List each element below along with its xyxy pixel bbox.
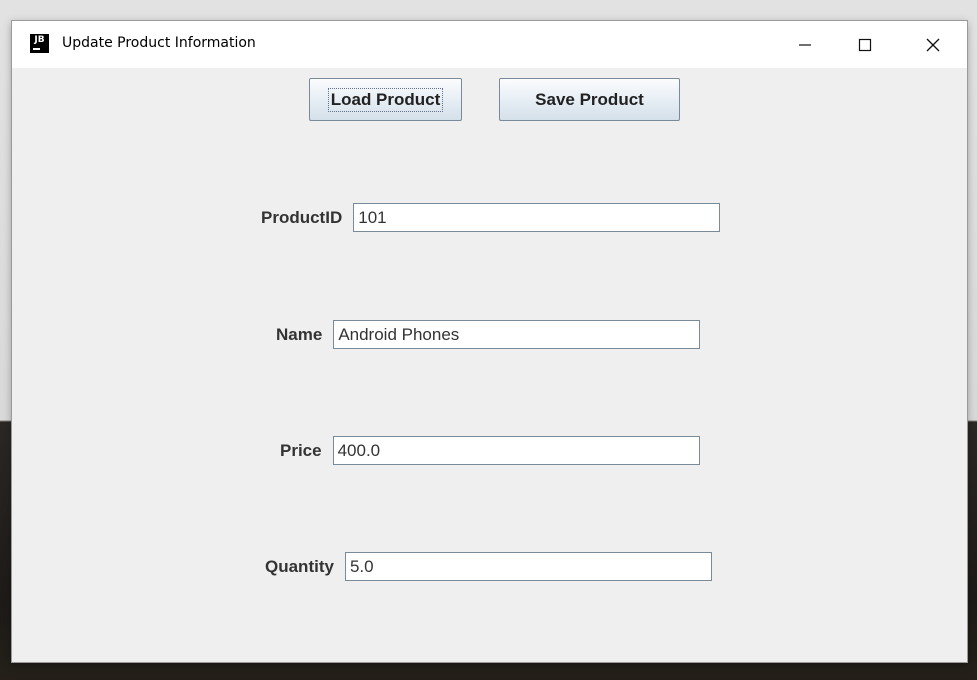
window-title: Update Product Information <box>62 35 256 51</box>
price-field[interactable] <box>332 436 700 465</box>
close-icon <box>926 38 940 51</box>
minimize-button[interactable] <box>782 21 828 68</box>
quantity-label: Quantity <box>265 556 334 576</box>
product-id-label: ProductID <box>261 207 343 227</box>
app-icon: JB <box>30 34 49 53</box>
save-product-label: Save Product <box>535 89 644 109</box>
close-button[interactable] <box>910 21 956 68</box>
product-id-row: ProductID <box>261 203 721 232</box>
save-product-button[interactable]: Save Product <box>499 78 680 121</box>
load-product-label: Load Product <box>327 87 444 112</box>
minimize-icon <box>799 43 811 46</box>
name-label: Name <box>276 324 323 344</box>
maximize-icon <box>858 38 872 51</box>
name-row: Name <box>276 320 701 349</box>
price-label: Price <box>280 440 322 460</box>
load-product-button[interactable]: Load Product <box>309 78 462 121</box>
product-id-field[interactable] <box>353 203 721 232</box>
title-bar[interactable]: JB Update Product Information <box>12 21 967 68</box>
form-panel: Load Product Save Product ProductID Name… <box>12 68 967 662</box>
app-icon-label: JB <box>34 35 45 45</box>
name-field[interactable] <box>333 320 701 349</box>
maximize-button[interactable] <box>842 21 888 68</box>
quantity-field[interactable] <box>344 552 712 581</box>
price-row: Price <box>280 436 700 465</box>
app-window: JB Update Product Information Load Produ… <box>12 21 967 662</box>
quantity-row: Quantity <box>265 552 712 581</box>
